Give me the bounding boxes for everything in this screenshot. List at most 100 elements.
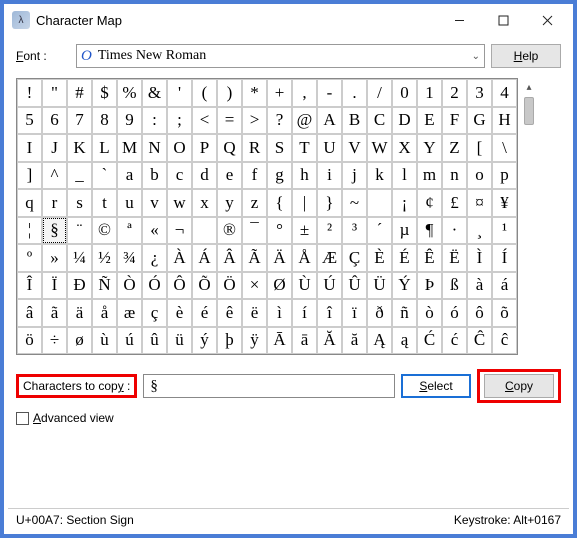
character-cell[interactable]: f xyxy=(242,162,267,190)
character-cell[interactable]: ò xyxy=(417,299,442,327)
minimize-button[interactable] xyxy=(437,6,481,34)
character-cell[interactable]: Ì xyxy=(467,244,492,272)
character-cell[interactable]: 0 xyxy=(392,79,417,107)
character-cell[interactable]: _ xyxy=(67,162,92,190)
character-cell[interactable]: - xyxy=(317,79,342,107)
character-cell[interactable]: ° xyxy=(267,217,292,245)
character-cell[interactable]: ½ xyxy=(92,244,117,272)
character-cell[interactable]: g xyxy=(267,162,292,190)
character-cell[interactable]: ¤ xyxy=(467,189,492,217)
character-cell[interactable]: ² xyxy=(317,217,342,245)
character-cell[interactable]: ð xyxy=(367,299,392,327)
character-cell[interactable]: § xyxy=(42,217,67,245)
character-cell[interactable]: ' xyxy=(167,79,192,107)
character-cell[interactable]: n xyxy=(442,162,467,190)
select-button[interactable]: Select xyxy=(401,374,471,398)
character-cell[interactable]: Ø xyxy=(267,272,292,300)
scroll-up-icon[interactable]: ▴ xyxy=(526,82,531,93)
character-cell[interactable]: Õ xyxy=(192,272,217,300)
advanced-view-checkbox[interactable] xyxy=(16,412,29,425)
character-cell[interactable]: r xyxy=(42,189,67,217)
character-cell[interactable]: } xyxy=(317,189,342,217)
character-cell[interactable]: m xyxy=(417,162,442,190)
character-cell[interactable]: Ă xyxy=(317,327,342,355)
character-cell[interactable]: þ xyxy=(217,327,242,355)
character-cell[interactable]: ¬ xyxy=(167,217,192,245)
character-cell[interactable]: Æ xyxy=(317,244,342,272)
character-cell[interactable]: Ó xyxy=(142,272,167,300)
character-cell[interactable]: h xyxy=(292,162,317,190)
character-cell[interactable]: û xyxy=(142,327,167,355)
character-cell[interactable]: V xyxy=(342,134,367,162)
character-cell[interactable]: 8 xyxy=(92,107,117,135)
character-cell[interactable]: Ä xyxy=(267,244,292,272)
character-cell[interactable]: a xyxy=(117,162,142,190)
character-cell[interactable]: ´ xyxy=(367,217,392,245)
character-cell[interactable]: x xyxy=(192,189,217,217)
character-cell[interactable]: o xyxy=(467,162,492,190)
character-cell[interactable]: y xyxy=(217,189,242,217)
character-cell[interactable]: z xyxy=(242,189,267,217)
character-cell[interactable]: « xyxy=(142,217,167,245)
character-cell[interactable]: C xyxy=(367,107,392,135)
character-cell[interactable]: 6 xyxy=(42,107,67,135)
character-cell[interactable]: ü xyxy=(167,327,192,355)
character-cell[interactable]: ) xyxy=(217,79,242,107)
character-cell[interactable]: G xyxy=(467,107,492,135)
character-cell[interactable]: W xyxy=(367,134,392,162)
character-cell[interactable]: Ú xyxy=(317,272,342,300)
character-cell[interactable]: × xyxy=(242,272,267,300)
character-cell[interactable]: ¡ xyxy=(392,189,417,217)
character-cell[interactable]: µ xyxy=(392,217,417,245)
character-cell[interactable]: e xyxy=(217,162,242,190)
character-cell[interactable]: Q xyxy=(217,134,242,162)
character-cell[interactable]: » xyxy=(42,244,67,272)
character-cell[interactable]: A xyxy=(317,107,342,135)
character-cell[interactable]: X xyxy=(392,134,417,162)
character-cell[interactable]: Î xyxy=(17,272,42,300)
character-grid[interactable]: !"#$%&'()*+,-./0123456789:;<=>?@ABCDEFGH… xyxy=(16,78,518,355)
character-cell[interactable]: i xyxy=(317,162,342,190)
character-cell[interactable]: ā xyxy=(292,327,317,355)
character-cell[interactable]: ć xyxy=(442,327,467,355)
character-cell[interactable]: 3 xyxy=(467,79,492,107)
character-cell[interactable]: P xyxy=(192,134,217,162)
character-cell[interactable]: ÷ xyxy=(42,327,67,355)
character-cell[interactable]: ë xyxy=(242,299,267,327)
character-cell[interactable]: < xyxy=(192,107,217,135)
character-cell[interactable]: # xyxy=(67,79,92,107)
character-cell[interactable]: Ü xyxy=(367,272,392,300)
character-cell[interactable]: ú xyxy=(117,327,142,355)
character-cell[interactable]: Ã xyxy=(242,244,267,272)
character-cell[interactable]: ^ xyxy=(42,162,67,190)
character-cell[interactable]: Ë xyxy=(442,244,467,272)
character-cell[interactable]: ì xyxy=(267,299,292,327)
character-cell[interactable]: ĉ xyxy=(492,327,517,355)
character-cell[interactable]: F xyxy=(442,107,467,135)
character-cell[interactable]: Ç xyxy=(342,244,367,272)
character-cell[interactable]: q xyxy=(17,189,42,217)
character-cell[interactable]: ? xyxy=(267,107,292,135)
character-cell[interactable]: º xyxy=(17,244,42,272)
character-cell[interactable]: Ĉ xyxy=(467,327,492,355)
character-cell[interactable]: £ xyxy=(442,189,467,217)
character-cell[interactable]: D xyxy=(392,107,417,135)
character-cell[interactable]: ö xyxy=(17,327,42,355)
character-cell[interactable]: s xyxy=(67,189,92,217)
character-cell[interactable]: © xyxy=(92,217,117,245)
character-cell[interactable]: ¢ xyxy=(417,189,442,217)
character-cell[interactable]: T xyxy=(292,134,317,162)
character-cell[interactable]: ¦ xyxy=(17,217,42,245)
character-cell[interactable]: { xyxy=(267,189,292,217)
character-cell[interactable]: ê xyxy=(217,299,242,327)
copy-button[interactable]: Copy xyxy=(484,374,554,398)
character-cell[interactable]: ý xyxy=(192,327,217,355)
character-cell[interactable]: ` xyxy=(92,162,117,190)
character-cell[interactable]: â xyxy=(17,299,42,327)
character-cell[interactable]: > xyxy=(242,107,267,135)
character-cell[interactable]: å xyxy=(92,299,117,327)
character-cell[interactable]: ª xyxy=(117,217,142,245)
character-cell[interactable]: Ô xyxy=(167,272,192,300)
character-cell[interactable]: é xyxy=(192,299,217,327)
scrollbar[interactable]: ▴ xyxy=(518,78,540,355)
